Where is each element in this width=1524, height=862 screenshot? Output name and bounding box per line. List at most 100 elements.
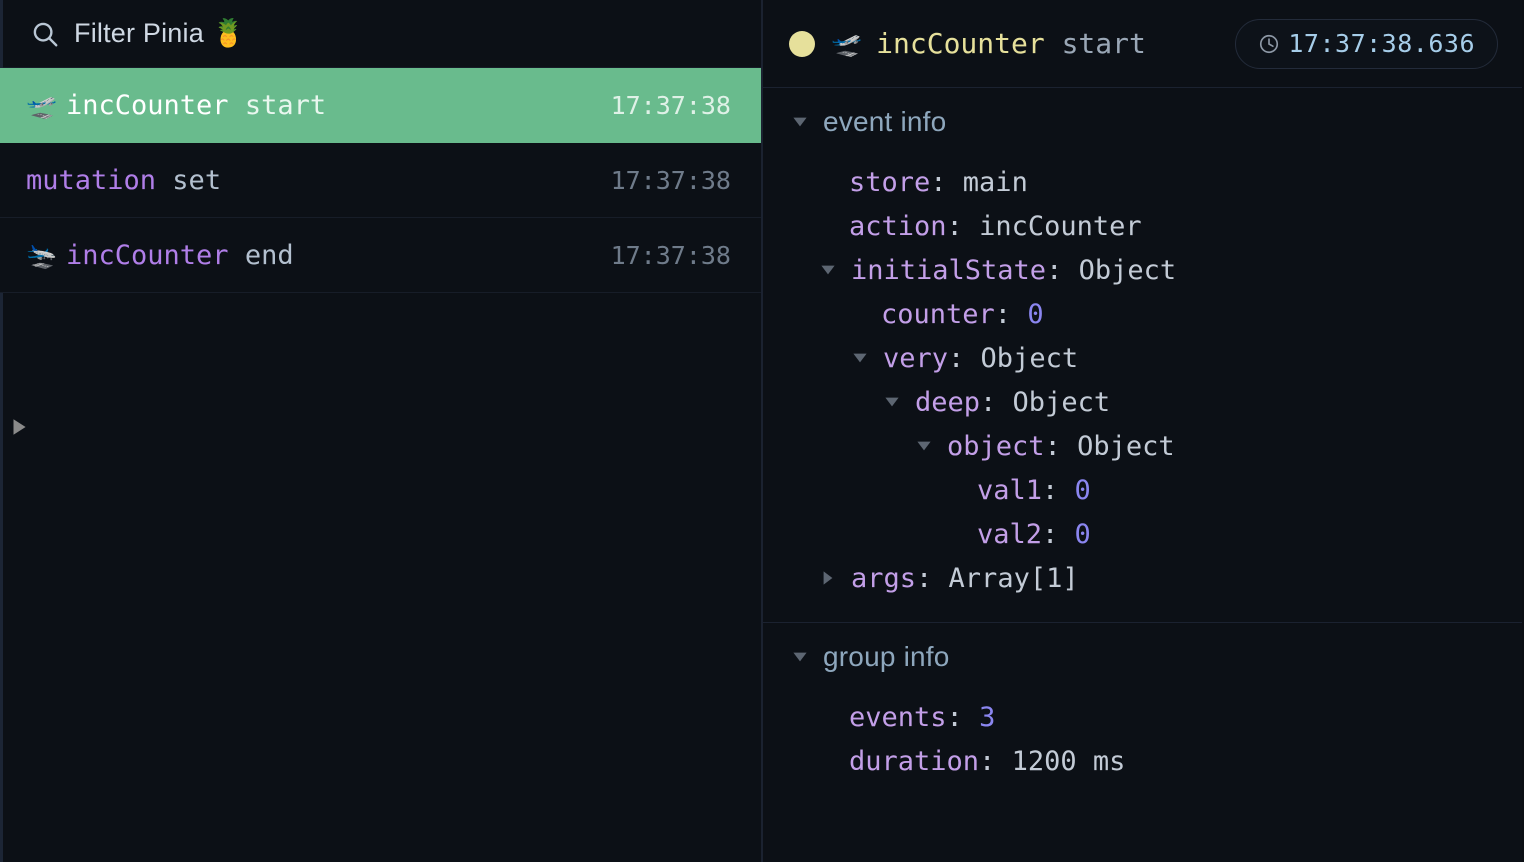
chevron-down-icon[interactable]	[789, 646, 811, 668]
timestamp-value: 17:37:38.636	[1288, 29, 1475, 58]
event-list-panel: 🛫 incCounter start 17:37:38 mutation set…	[0, 0, 763, 862]
property-value: 0	[1074, 518, 1091, 550]
status-badge	[789, 30, 815, 57]
property-row-counter: counter: 0	[763, 292, 1522, 336]
property-separator: :	[1042, 474, 1075, 506]
property-text: object: Object	[947, 431, 1175, 462]
section-title: event info	[823, 106, 947, 137]
property-value: incCounter	[979, 210, 1142, 242]
property-key: initialState	[851, 254, 1047, 286]
property-key: counter	[881, 298, 995, 330]
section-group-info-header[interactable]: group info	[763, 641, 1522, 673]
property-text: duration: 1200 ms	[849, 746, 1125, 777]
page-title: incCounter start	[876, 27, 1235, 60]
filter-bar	[0, 0, 761, 68]
property-text: store: main	[849, 167, 1028, 198]
section-event-info: event info store: main action: incCounte…	[763, 88, 1522, 622]
property-row-val2: val2: 0	[763, 512, 1522, 556]
pinia-devtools-timeline: 🛫 incCounter start 17:37:38 mutation set…	[0, 0, 1524, 862]
airplane-arrival-icon: 🛬	[26, 240, 58, 270]
property-value: Object	[1078, 254, 1177, 286]
search-input[interactable]	[74, 18, 674, 49]
chevron-down-icon[interactable]	[789, 111, 811, 133]
airplane-departure-icon: 🛫	[831, 29, 863, 58]
list-item-name: mutation	[26, 164, 157, 196]
list-item-kind: start	[228, 89, 327, 121]
property-separator: :	[979, 745, 1012, 777]
property-row-store: store: main	[763, 160, 1522, 204]
property-value: main	[962, 166, 1028, 198]
property-text: initialState: Object	[851, 255, 1176, 286]
property-row-initialstate[interactable]: initialState: Object	[763, 248, 1522, 292]
property-row-action: action: incCounter	[763, 204, 1522, 248]
property-value: 3	[979, 701, 996, 733]
triangle-right-icon[interactable]	[8, 416, 30, 438]
property-text: val1: 0	[977, 475, 1091, 506]
property-separator: :	[916, 562, 949, 594]
property-separator: :	[946, 210, 980, 242]
property-value: Object	[1077, 430, 1175, 462]
list-item-kind: end	[228, 239, 294, 271]
list-item-label: mutation set	[26, 165, 611, 196]
list-item-name: incCounter	[66, 89, 229, 121]
list-item-timestamp: 17:37:38	[610, 240, 731, 270]
property-value: Object	[980, 342, 1079, 374]
list-item[interactable]: 🛫 incCounter start 17:37:38	[0, 68, 761, 143]
property-key: val2	[977, 518, 1043, 550]
detail-title-kind: start	[1044, 27, 1146, 60]
chevron-down-icon[interactable]	[849, 347, 871, 369]
detail-title-name: incCounter	[876, 27, 1045, 60]
property-key: action	[849, 210, 947, 242]
section-event-info-header[interactable]: event info	[763, 106, 1522, 138]
chevron-down-icon[interactable]	[913, 435, 935, 457]
list-item-kind: set	[156, 164, 222, 196]
property-separator: :	[1044, 430, 1078, 462]
property-text: val2: 0	[977, 519, 1091, 550]
list-item-name: incCounter	[66, 239, 229, 271]
property-text: args: Array[1]	[851, 563, 1079, 594]
detail-body: event info store: main action: incCounte…	[763, 88, 1522, 862]
property-key: deep	[915, 386, 981, 418]
property-text: counter: 0	[881, 299, 1044, 330]
property-value: 1200 ms	[1011, 745, 1126, 777]
property-separator: :	[946, 701, 980, 733]
search-icon	[30, 19, 60, 49]
list-item-timestamp: 17:37:38	[610, 165, 731, 195]
list-item-label: incCounter end	[66, 240, 611, 271]
property-key: args	[851, 562, 917, 594]
detail-header: 🛫 incCounter start 17:37:38.636	[763, 0, 1522, 88]
property-row-very[interactable]: very: Object	[763, 336, 1522, 380]
clock-icon	[1258, 33, 1280, 55]
chevron-down-icon[interactable]	[881, 391, 903, 413]
property-separator: :	[1046, 254, 1079, 286]
property-row-events: events: 3	[763, 695, 1522, 739]
list-item[interactable]: mutation set 17:37:38	[0, 143, 761, 218]
event-list[interactable]: 🛫 incCounter start 17:37:38 mutation set…	[0, 68, 761, 862]
list-item[interactable]: 🛬 incCounter end 17:37:38	[0, 218, 761, 293]
property-separator: :	[1042, 518, 1075, 550]
property-key: object	[947, 430, 1045, 462]
list-item-timestamp: 17:37:38	[610, 90, 731, 120]
property-value: 0	[1027, 298, 1044, 330]
property-row-deep[interactable]: deep: Object	[763, 380, 1522, 424]
section-title: group info	[823, 641, 950, 672]
property-key: duration	[849, 745, 980, 777]
property-row-object[interactable]: object: Object	[763, 424, 1522, 468]
property-separator: :	[994, 298, 1028, 330]
property-text: action: incCounter	[849, 211, 1142, 242]
property-separator: :	[980, 386, 1013, 418]
chevron-down-icon[interactable]	[817, 259, 839, 281]
property-key: events	[849, 701, 947, 733]
property-separator: :	[930, 166, 963, 198]
property-value: Object	[1012, 386, 1111, 418]
chevron-right-icon[interactable]	[817, 567, 839, 589]
timestamp-pill: 17:37:38.636	[1235, 18, 1498, 69]
property-key: very	[883, 342, 949, 374]
property-text: very: Object	[883, 343, 1078, 374]
property-value: Array[1]	[948, 562, 1079, 594]
property-row-args[interactable]: args: Array[1]	[763, 556, 1522, 600]
event-detail-panel: 🛫 incCounter start 17:37:38.636 event in…	[763, 0, 1522, 862]
property-value: 0	[1074, 474, 1091, 506]
list-item-label: incCounter start	[66, 90, 611, 121]
property-text: deep: Object	[915, 387, 1110, 418]
